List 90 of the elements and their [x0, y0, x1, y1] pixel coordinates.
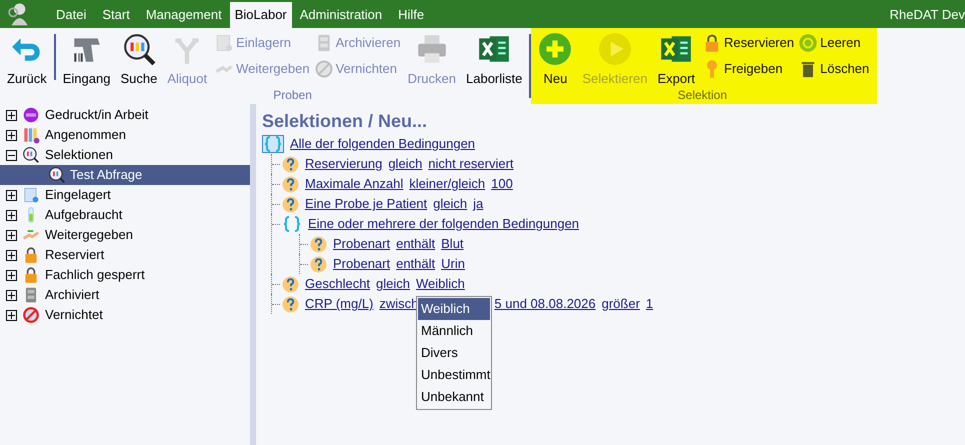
ribbon-button[interactable]: Löschen [796, 58, 872, 80]
ribbon-button[interactable]: Suche [115, 32, 162, 88]
dropdown-option[interactable]: Unbestimmt [418, 364, 490, 386]
tree-item[interactable]: Reserviert [45, 245, 104, 265]
menu-tab[interactable]: Administration [292, 2, 390, 28]
ribbon-button[interactable]: Reservieren [700, 32, 796, 54]
menu-tab[interactable]: Datei [48, 2, 94, 28]
group-label: Selektion [678, 88, 728, 102]
condition-link[interactable]: Urin [441, 254, 465, 274]
condition-link[interactable]: Alle der folgenden Bedingungen [290, 134, 476, 154]
condition-link[interactable]: Blut [441, 234, 464, 254]
expander-icon[interactable] [6, 210, 17, 220]
expander-icon[interactable] [6, 270, 17, 280]
expander-icon[interactable] [6, 150, 17, 160]
play-icon [598, 32, 632, 66]
ribbon-button[interactable]: Eingang [58, 32, 116, 88]
dropdown-option[interactable]: Weiblich [418, 298, 490, 320]
condition-link[interactable]: Maximale Anzahl [305, 174, 404, 194]
expander-icon[interactable] [6, 190, 17, 200]
ribbon-button[interactable]: Freigeben [700, 58, 796, 80]
expander-icon[interactable] [6, 110, 17, 120]
help-icon [282, 276, 299, 292]
prohibited-icon [22, 306, 40, 324]
ribbon-button[interactable]: Leeren [796, 32, 872, 54]
menu-tab[interactable]: Hilfe [390, 2, 432, 28]
tree-item[interactable]: Selektionen [45, 145, 113, 165]
condition-link[interactable]: 100 [491, 174, 513, 194]
condition-link[interactable]: kleiner/gleich [409, 174, 486, 194]
expander-icon[interactable] [6, 250, 17, 260]
menu-tab[interactable]: Management [138, 2, 230, 28]
help-icon [282, 176, 299, 192]
magnifier-icon [22, 146, 40, 164]
ribbon-button[interactable]: Zurück [2, 32, 52, 88]
expander-icon[interactable] [6, 230, 17, 240]
expander-icon[interactable] [6, 310, 17, 320]
condition-link[interactable]: gleich [433, 194, 468, 214]
condition-link[interactable]: Eine Probe je Patient [305, 194, 428, 214]
menu-tab[interactable]: BioLabor [230, 2, 292, 28]
help-icon [282, 156, 299, 172]
tree-item[interactable]: Gedruckt/in Arbeit [45, 105, 148, 125]
tree-item[interactable]: Weitergegeben [45, 225, 133, 245]
condition-link[interactable]: enthält [396, 234, 436, 254]
tree-item[interactable]: Test Abfrage [0, 165, 250, 185]
magnifier-icon [122, 32, 156, 66]
plus-icon [538, 32, 572, 66]
condition-link[interactable]: Probenart [333, 254, 390, 274]
condition-link[interactable]: größer [602, 294, 640, 314]
tree-item[interactable]: Aufgebraucht [45, 205, 122, 225]
document-icon [22, 186, 40, 204]
condition-link[interactable]: Probenart [333, 234, 390, 254]
condition-link[interactable]: gleich [388, 154, 422, 174]
expander-icon[interactable] [6, 130, 17, 140]
condition-link[interactable]: Eine oder mehrere der folgenden Bedingungen [308, 214, 580, 234]
tree-item[interactable]: Eingelagert [45, 185, 111, 205]
dropdown-option[interactable]: Männlich [418, 320, 490, 342]
condition-link[interactable]: gleich [376, 274, 410, 294]
tree-item[interactable]: Archiviert [45, 285, 100, 305]
ribbon-button[interactable]: Laborliste [461, 32, 528, 88]
tree-item[interactable]: Angenommen [45, 125, 126, 145]
condition-link[interactable]: 5 und 08.08.2026 [494, 294, 596, 314]
dropdown-option[interactable]: Unbekannt [418, 386, 490, 408]
condition-link[interactable]: ja [473, 194, 484, 214]
condition-link[interactable]: Weiblich [416, 274, 465, 294]
help-icon [282, 196, 299, 212]
condition-link[interactable]: Geschlecht [305, 274, 370, 294]
dropdown-option[interactable]: Divers [418, 342, 490, 364]
badge-icon [22, 106, 40, 124]
app-title: RheDAT Dev [890, 6, 965, 24]
test-tubes-icon [22, 126, 40, 144]
magnifier-icon [48, 166, 66, 184]
help-icon [310, 236, 327, 252]
braces-icon [282, 216, 302, 232]
help-icon [310, 256, 327, 272]
document-icon [214, 33, 234, 53]
expander-icon[interactable] [6, 290, 17, 300]
condition-link[interactable]: Reservierung [305, 154, 382, 174]
page-heading: Selektionen / Neu... [262, 110, 428, 133]
ribbon-button[interactable]: Neu [533, 32, 578, 88]
group-label: Proben [273, 88, 312, 102]
condition-link[interactable]: enthält [396, 254, 436, 274]
help-icon [282, 296, 299, 312]
tree-item[interactable]: Vernichtet [45, 305, 103, 325]
tree-item[interactable]: Fachlich gesperrt [45, 265, 145, 285]
ribbon-button[interactable]: Export [652, 32, 700, 88]
menu-tab[interactable]: Start [94, 2, 138, 28]
condition-link[interactable]: nicht reserviert [428, 154, 514, 174]
braces-icon [262, 135, 284, 153]
prohibited-icon [314, 59, 334, 79]
condition-link[interactable]: 1 [646, 294, 654, 314]
condition-link[interactable]: CRP (mg/L) [305, 294, 374, 314]
